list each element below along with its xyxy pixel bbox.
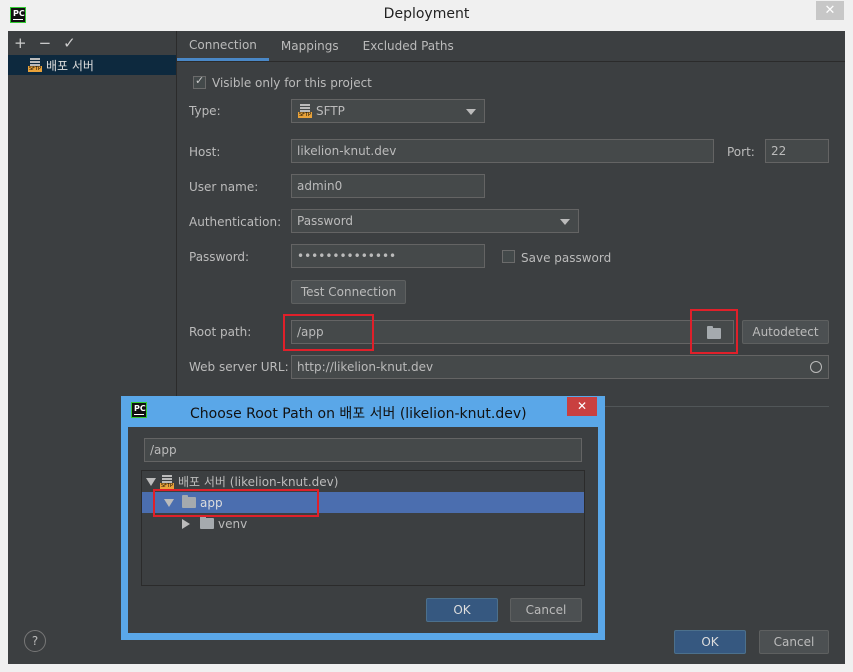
dialog-path-input[interactable]: /app xyxy=(144,438,582,462)
highlight-browse-button xyxy=(690,309,738,354)
username-input[interactable]: admin0 xyxy=(291,174,485,198)
authentication-select[interactable]: Password xyxy=(291,209,579,233)
tree-row-label: 배포 서버 (likelion-knut.dev) xyxy=(178,475,339,489)
remove-server-icon[interactable]: − xyxy=(39,34,52,52)
server-list-toolbar: + − ✓ xyxy=(8,31,176,55)
choose-root-path-dialog: PC Choose Root Path on 배포 서버 (likelion-k… xyxy=(121,396,605,640)
sftp-type-icon xyxy=(298,104,313,118)
tab-excluded-paths[interactable]: Excluded Paths xyxy=(351,31,466,61)
highlight-root-path xyxy=(283,314,374,351)
save-password-label: Save password xyxy=(521,251,612,265)
dialog-title: Choose Root Path on 배포 서버 (likelion-knut… xyxy=(190,406,527,422)
server-item[interactable]: 배포 서버 xyxy=(8,55,176,75)
help-button[interactable]: ? xyxy=(24,630,46,652)
ok-button[interactable]: OK xyxy=(674,630,746,654)
dialog-ok-button[interactable]: OK xyxy=(426,598,498,622)
root-path-label: Root path: xyxy=(189,325,252,339)
type-select-value: SFTP xyxy=(316,104,345,118)
set-default-icon[interactable]: ✓ xyxy=(63,34,76,52)
autodetect-button[interactable]: Autodetect xyxy=(742,320,829,344)
open-in-browser-icon[interactable] xyxy=(810,361,822,373)
save-password-checkbox[interactable] xyxy=(502,250,515,263)
port-input[interactable]: 22 xyxy=(765,139,829,163)
authentication-label: Authentication: xyxy=(189,215,282,229)
folder-icon xyxy=(200,516,214,529)
collapsed-arrow-icon xyxy=(182,518,190,529)
highlight-app-folder xyxy=(153,489,319,517)
window-title: Deployment xyxy=(383,6,470,22)
web-server-url-input[interactable]: http://likelion-knut.dev xyxy=(291,355,829,379)
tab-bar: Connection Mappings Excluded Paths xyxy=(177,31,845,62)
cancel-button[interactable]: Cancel xyxy=(759,630,829,654)
host-label: Host: xyxy=(189,145,221,159)
test-connection-button[interactable]: Test Connection xyxy=(291,280,406,304)
dialog-cancel-button[interactable]: Cancel xyxy=(510,598,582,622)
web-server-url-label: Web server URL: xyxy=(189,360,289,374)
expand-arrow-icon xyxy=(146,477,156,486)
port-label: Port: xyxy=(727,145,755,159)
window-close-button[interactable]: ✕ xyxy=(816,1,844,20)
visible-only-label: Visible only for this project xyxy=(212,76,372,90)
tree-row-label: venv xyxy=(218,516,248,531)
tab-mappings[interactable]: Mappings xyxy=(269,31,351,61)
host-input[interactable]: likelion-knut.dev xyxy=(291,139,714,163)
password-input[interactable]: •••••••••••••• xyxy=(291,244,485,268)
add-server-icon[interactable]: + xyxy=(14,34,27,52)
visible-only-checkbox[interactable] xyxy=(193,74,206,89)
remote-file-tree: 배포 서버 (likelion-knut.dev) app venv xyxy=(141,470,585,586)
username-label: User name: xyxy=(189,180,259,194)
type-label: Type: xyxy=(189,104,221,118)
type-select[interactable]: SFTP xyxy=(291,99,485,123)
sftp-server-icon xyxy=(160,474,175,489)
dialog-title-bar: PC Choose Root Path on 배포 서버 (likelion-k… xyxy=(121,396,605,426)
sftp-server-icon xyxy=(28,58,43,72)
web-server-url-value: http://likelion-knut.dev xyxy=(297,360,434,374)
server-item-label: 배포 서버 xyxy=(46,58,94,73)
tab-connection[interactable]: Connection xyxy=(177,31,269,61)
dialog-body: /app 배포 서버 (likelion-knut.dev) app venv … xyxy=(128,427,598,633)
title-bar: PC Deployment ✕ xyxy=(0,0,853,31)
password-label: Password: xyxy=(189,250,250,264)
dialog-close-button[interactable]: ✕ xyxy=(567,397,597,416)
pycharm-dialog-logo-icon: PC xyxy=(131,402,147,418)
